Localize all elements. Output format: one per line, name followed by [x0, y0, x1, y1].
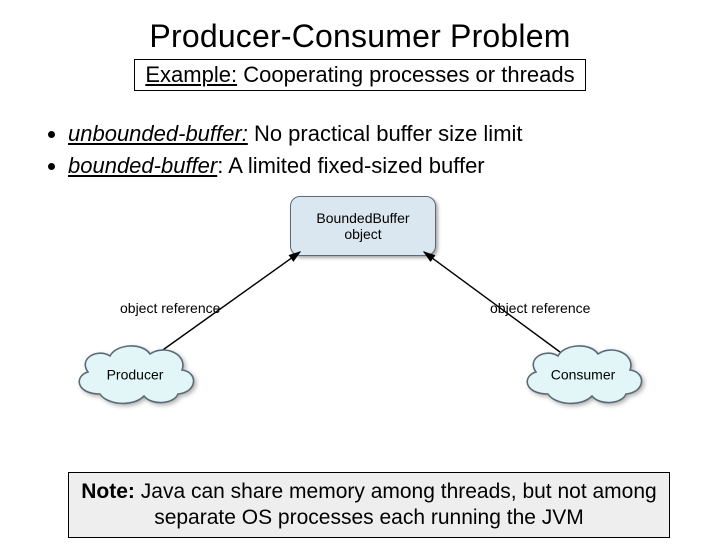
note-text: Java can share memory among threads, but…: [135, 480, 657, 529]
subtitle-wrap: Example: Cooperating processes or thread…: [0, 55, 720, 91]
subtitle-text: Cooperating processes or threads: [237, 62, 575, 87]
consumer-label: Consumer: [551, 367, 616, 383]
slide-title: Producer-Consumer Problem: [0, 18, 720, 55]
producer-node: Producer: [70, 342, 200, 406]
list-item: unbounded-buffer: No practical buffer si…: [68, 119, 720, 149]
object-reference-left: object reference: [120, 300, 220, 316]
note-box: Note: Java can share memory among thread…: [68, 472, 670, 539]
producer-label: Producer: [107, 367, 164, 383]
bullet-rest: : A limited fixed-sized buffer: [217, 153, 484, 178]
consumer-node: Consumer: [518, 342, 648, 406]
bullet-term: unbounded-buffer:: [68, 121, 248, 146]
bullet-list: unbounded-buffer: No practical buffer si…: [28, 119, 720, 180]
diagram: BoundedBuffer object object reference ob…: [20, 192, 700, 422]
note-label: Note:: [81, 480, 135, 503]
list-item: bounded-buffer: A limited fixed-sized bu…: [68, 151, 720, 181]
subtitle-label: Example:: [145, 62, 237, 87]
bullet-term: bounded-buffer: [68, 153, 217, 178]
bullet-rest: No practical buffer size limit: [248, 121, 523, 146]
object-reference-right: object reference: [490, 300, 590, 316]
subtitle-box: Example: Cooperating processes or thread…: [134, 59, 585, 91]
